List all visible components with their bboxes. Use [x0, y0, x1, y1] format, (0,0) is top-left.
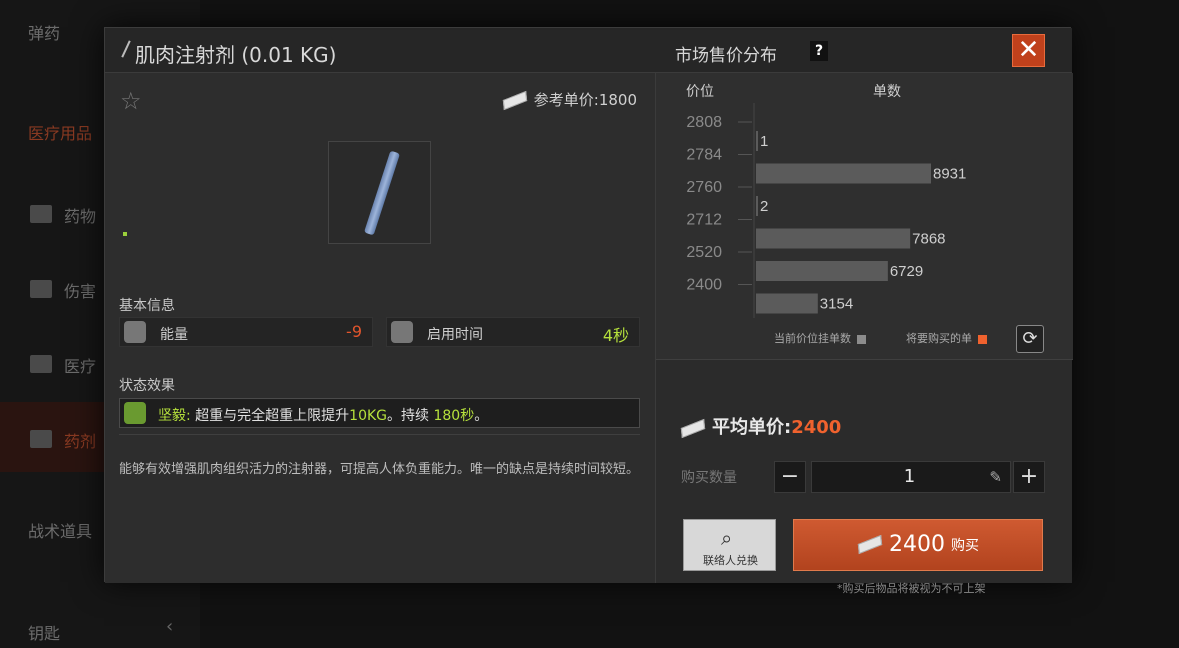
favorite-star-icon[interactable]: ☆ [120, 87, 142, 115]
muscle-icon [124, 402, 146, 424]
count-column-header: 单数 [873, 84, 901, 100]
sidebar-item[interactable]: 医疗用品 [28, 120, 92, 144]
price-tick-label: 2712 [686, 212, 722, 229]
legend-current-swatch [857, 334, 866, 344]
quantity-value: 1 [903, 466, 916, 487]
cash-icon [857, 534, 883, 555]
stat-value: -9 [346, 322, 362, 341]
help-icon[interactable]: ? [810, 41, 828, 61]
hourglass-icon [391, 321, 413, 343]
legend-current: 当前价位挂单数 [774, 330, 866, 346]
item-description: 能够有效增强肌肉组织活力的注射器，可提高人体负重能力。唯一的缺点是持续时间较短。 [119, 462, 640, 477]
count-bar [756, 131, 758, 151]
sidebar-item[interactable]: 医疗 [64, 353, 96, 377]
bar-chart: 2808 1 2784 8931 2760 2 2712 7868 2520 6729 2400 31… [686, 103, 966, 318]
stat-label: 能量 [160, 327, 188, 343]
count-label: 6729 [890, 263, 923, 280]
cash-icon [680, 418, 706, 438]
basic-info-title: 基本信息 [119, 298, 175, 314]
contact-exchange-button[interactable]: ⌕ 联络人兑换 [683, 519, 776, 571]
count-label: 2 [760, 198, 768, 215]
sidebar-item[interactable]: 战术道具 [28, 518, 92, 542]
stat-use-time: 启用时间 4秒 [386, 317, 640, 347]
sidebar-item[interactable]: 药剂 [64, 428, 96, 452]
contact-exchange-label: 联络人兑换 [703, 554, 758, 567]
price-column-header: 价位 [686, 84, 714, 100]
sidebar-item[interactable]: 弹药 [28, 20, 60, 44]
quantity-minus-button[interactable]: − [774, 461, 806, 493]
count-label: 1 [760, 133, 768, 150]
syringe-icon [363, 150, 401, 236]
effect-text: 坚毅: 超重与完全超重上限提升10KG。持续 180秒。 [158, 408, 489, 424]
buy-label: 购买 [951, 537, 979, 554]
refresh-button[interactable]: ⟳ [1016, 325, 1044, 353]
price-tick-label: 2784 [686, 147, 722, 164]
reference-price: 参考单价:1800 [502, 89, 637, 111]
category-icon [30, 430, 52, 448]
stat-value: 4秒 [602, 326, 629, 345]
cash-icon [502, 90, 527, 111]
category-icon [30, 280, 52, 298]
price-tick-label: 2808 [686, 114, 722, 131]
item-image [328, 141, 431, 244]
average-price: 平均单价:2400 [680, 413, 841, 439]
price-distribution-chart: 价位 单数 2808 1 2784 8931 2760 2 2712 7868 2520 6729… [656, 73, 1073, 359]
market-panel: 价位 单数 2808 1 2784 8931 2760 2 2712 7868 2520 6729… [655, 73, 1073, 595]
divider [119, 434, 640, 435]
count-bar [756, 293, 818, 314]
stomach-icon [124, 321, 146, 343]
quantity-label: 购买数量 [681, 470, 737, 486]
category-icon [30, 205, 52, 223]
status-effect-row: 坚毅: 超重与完全超重上限提升10KG。持续 180秒。 [119, 398, 640, 428]
collapse-chevron-icon[interactable]: ‹ [166, 616, 173, 637]
market-header: 市场售价分布 ? ✕ [655, 28, 1072, 73]
close-button[interactable]: ✕ [1012, 34, 1045, 67]
item-info-panel: ☆ 参考单价:1800 基本信息 能量 -9 启用时间 4秒 状态效果 坚毅: … [105, 73, 655, 583]
count-bar [756, 228, 911, 249]
legend-buy-swatch [978, 334, 987, 344]
buy-price: 2400 [889, 532, 945, 557]
indicator-dot [123, 232, 127, 236]
price-tick-label: 2520 [686, 244, 722, 261]
purchase-note: *购买后物品将被视为不可上架 [837, 582, 986, 595]
legend-buy: 将要购买的单 [906, 330, 987, 346]
sidebar-item[interactable]: 钥匙 [28, 620, 60, 644]
buy-button[interactable]: 2400 购买 [793, 519, 1043, 571]
count-bar [756, 261, 888, 281]
price-tick-label: 2400 [686, 277, 722, 294]
quantity-plus-button[interactable]: + [1013, 461, 1045, 493]
quantity-input[interactable]: 1 ✎ [811, 461, 1011, 493]
count-label: 7868 [912, 231, 945, 248]
item-detail-dialog: 肌肉注射剂 (0.01 KG) 市场售价分布 ? ✕ ☆ 参考单价:1800 基… [104, 27, 1073, 595]
divider [656, 359, 1073, 360]
count-bar [756, 196, 758, 216]
stat-energy: 能量 -9 [119, 317, 373, 347]
sidebar-item[interactable]: 伤害 [64, 278, 96, 302]
count-bar [756, 163, 931, 184]
item-title: 肌肉注射剂 (0.01 KG) [135, 43, 337, 67]
count-label: 3154 [820, 296, 853, 313]
stat-label: 启用时间 [427, 327, 483, 343]
count-label: 8931 [933, 166, 966, 183]
price-tick-label: 2760 [686, 179, 722, 196]
status-effect-title: 状态效果 [119, 378, 175, 394]
market-title: 市场售价分布 [675, 46, 777, 66]
search-icon: ⌕ [721, 526, 733, 550]
item-header: 肌肉注射剂 (0.01 KG) [105, 28, 655, 73]
sidebar-item[interactable]: 药物 [64, 203, 96, 227]
edit-pencil-icon[interactable]: ✎ [989, 468, 1002, 486]
category-icon [30, 355, 52, 373]
